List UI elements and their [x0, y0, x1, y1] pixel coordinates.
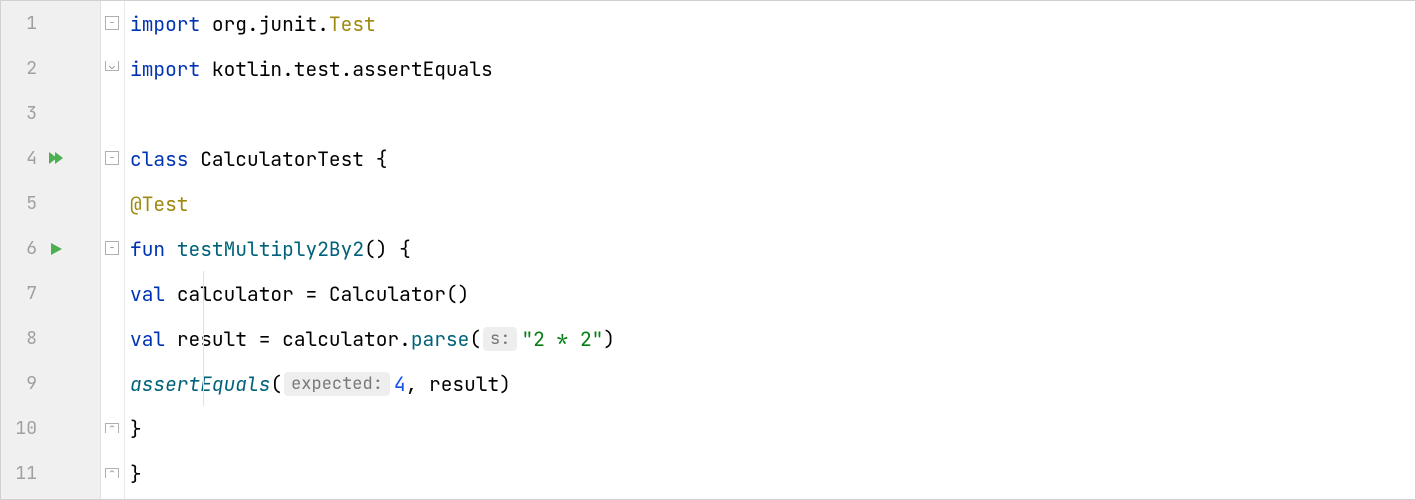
- function-name: testMultiply2By2: [177, 236, 364, 262]
- code-line[interactable]: }: [125, 406, 1415, 451]
- fold-marker-expand-icon[interactable]: ⌃: [105, 423, 119, 433]
- class-ref: Test: [329, 11, 376, 37]
- package-ref: kotlin.test.: [212, 56, 352, 82]
- paren: ): [603, 326, 615, 352]
- gutter-row: 6: [1, 226, 100, 271]
- line-number: 1: [1, 12, 47, 35]
- parameter-hint: expected:: [284, 372, 390, 396]
- gutter-row: 5: [1, 181, 100, 226]
- annotation: @Test: [130, 191, 189, 217]
- code-line[interactable]: class CalculatorTest {: [125, 136, 1415, 181]
- code-line[interactable]: import org.junit.Test: [125, 1, 1415, 46]
- class-name: CalculatorTest: [200, 146, 376, 172]
- statement: result = calculator.: [177, 326, 411, 352]
- fold-marker-expand-icon[interactable]: ⌃: [105, 468, 119, 478]
- gutter-row: 9: [1, 361, 100, 406]
- params-brace: () {: [364, 236, 411, 262]
- line-number: 6: [1, 237, 47, 260]
- args: , result): [406, 371, 511, 397]
- keyword: val: [130, 326, 177, 352]
- line-number: 11: [1, 462, 47, 485]
- line-number: 5: [1, 192, 47, 215]
- fold-marker-collapse-icon[interactable]: −: [105, 241, 119, 255]
- method-call: parse: [411, 326, 470, 352]
- number-literal: 4: [394, 371, 406, 397]
- parameter-hint: s:: [483, 327, 517, 351]
- gutter-row: 11: [1, 451, 100, 496]
- fold-marker-collapse-icon[interactable]: −: [105, 16, 119, 30]
- line-number: 4: [1, 147, 47, 170]
- code-line[interactable]: [125, 91, 1415, 136]
- statement: calculator = Calculator(): [177, 281, 470, 307]
- line-number: 8: [1, 327, 47, 350]
- keyword: import: [130, 56, 212, 82]
- fold-marker-collapse-icon[interactable]: −: [105, 151, 119, 165]
- code-line[interactable]: val calculator = Calculator(): [125, 271, 1415, 316]
- gutter-row: 2: [1, 46, 100, 91]
- gutter-row: 8: [1, 316, 100, 361]
- code-line[interactable]: @Test: [125, 181, 1415, 226]
- brace: }: [130, 461, 142, 487]
- package-ref: org.junit.: [212, 11, 329, 37]
- fold-marker-collapse-icon[interactable]: ⌄: [105, 61, 119, 71]
- string-literal: "2 * 2": [521, 326, 603, 352]
- keyword: val: [130, 281, 177, 307]
- code-line[interactable]: val result = calculator.parse(s:"2 * 2"): [125, 316, 1415, 361]
- line-number: 9: [1, 372, 47, 395]
- paren: (: [270, 371, 282, 397]
- code-line[interactable]: assertEquals(expected:4, result): [125, 361, 1415, 406]
- code-line[interactable]: fun testMultiply2By2() {: [125, 226, 1415, 271]
- keyword: class: [130, 146, 200, 172]
- run-test-icon[interactable]: [47, 241, 67, 257]
- brace: }: [130, 416, 142, 442]
- line-number: 2: [1, 57, 47, 80]
- gutter-row: 10: [1, 406, 100, 451]
- run-all-tests-icon[interactable]: [47, 150, 67, 168]
- code-line[interactable]: import kotlin.test.assertEquals: [125, 46, 1415, 91]
- function-call: assertEquals: [130, 371, 270, 397]
- gutter: 1 2 3 4 5 6 7 8 9 10 11: [1, 1, 101, 499]
- keyword: fun: [130, 236, 177, 262]
- line-number: 10: [1, 417, 47, 440]
- brace: {: [376, 146, 388, 172]
- line-number: 7: [1, 282, 47, 305]
- gutter-row: 4: [1, 136, 100, 181]
- code-line[interactable]: }: [125, 451, 1415, 496]
- paren: (: [469, 326, 481, 352]
- function-ref: assertEquals: [352, 56, 492, 82]
- gutter-row: 3: [1, 91, 100, 136]
- code-editor[interactable]: − ⌄ − − ⌃ ⌃ import org.junit.Test import…: [101, 1, 1415, 499]
- fold-column: − ⌄ − − ⌃ ⌃: [101, 1, 125, 499]
- gutter-row: 1: [1, 1, 100, 46]
- line-number: 3: [1, 102, 47, 125]
- keyword: import: [130, 11, 212, 37]
- gutter-row: 7: [1, 271, 100, 316]
